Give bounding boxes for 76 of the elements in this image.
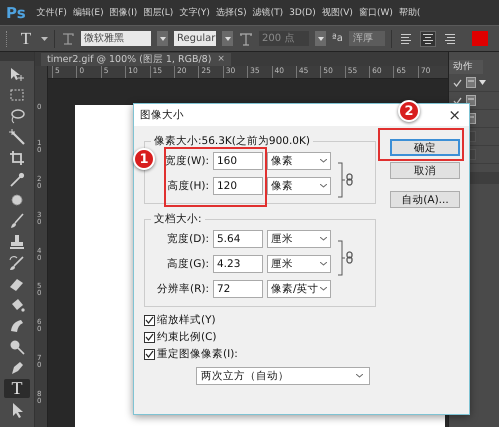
text-orientation-icon[interactable] bbox=[61, 32, 75, 46]
wand-tool-icon[interactable] bbox=[8, 128, 26, 146]
input-field[interactable]: 120 bbox=[213, 177, 263, 195]
menu-item[interactable]: 3D(D) bbox=[286, 8, 319, 18]
menu-item[interactable]: 文字(Y) bbox=[176, 6, 213, 19]
menu-item[interactable]: 视图(V) bbox=[318, 6, 356, 19]
caret-icon[interactable] bbox=[41, 36, 48, 40]
anti-alias-field[interactable]: 浑厚 bbox=[348, 31, 385, 46]
chevron-icon bbox=[320, 287, 327, 291]
group-label: 文档大小: bbox=[153, 212, 203, 226]
menu-item[interactable]: 选择(S) bbox=[212, 6, 250, 19]
stamp-tool-icon[interactable] bbox=[8, 232, 26, 250]
check-icon[interactable] bbox=[453, 96, 462, 104]
group-label: 像素大小:56.3K(之前为900.0K) bbox=[153, 134, 311, 148]
field-label: 宽度(D): bbox=[166, 232, 209, 246]
document-tab[interactable]: timer2.gif @ 100% (图层 1, RGB/8) × bbox=[41, 53, 231, 66]
auto-button[interactable]: 自动(A)... bbox=[390, 191, 460, 208]
font-size-icon[interactable] bbox=[239, 32, 253, 46]
input-field[interactable]: 72 bbox=[213, 280, 263, 298]
align-button[interactable] bbox=[420, 30, 436, 46]
ok-button[interactable]: 确定 bbox=[390, 139, 460, 156]
checkbox-label: 重定图像像素(I): bbox=[157, 347, 238, 361]
unit-dropdown[interactable]: 像素 bbox=[267, 152, 331, 170]
font-family-field[interactable]: 微软雅黑 bbox=[81, 31, 151, 46]
checkbox[interactable] bbox=[144, 332, 155, 342]
chevron-icon bbox=[320, 237, 327, 241]
unit-dropdown[interactable]: 像素 bbox=[267, 177, 331, 195]
chevron-icon bbox=[320, 159, 327, 163]
link-bracket-icon bbox=[337, 240, 355, 276]
field-label: 高度(G): bbox=[166, 257, 209, 271]
type-tool-icon[interactable]: T bbox=[17, 28, 35, 48]
checkbox[interactable] bbox=[144, 314, 155, 326]
triangle-icon[interactable] bbox=[479, 80, 486, 85]
anti-alias-icon: ªa bbox=[332, 33, 343, 44]
panel-tab[interactable]: 动作 bbox=[449, 60, 483, 74]
type-tool[interactable]: T bbox=[4, 379, 30, 398]
app-logo: Ps bbox=[5, 4, 27, 22]
menu-item[interactable]: 滤镜(T) bbox=[250, 6, 286, 19]
history-tool-icon[interactable] bbox=[8, 254, 26, 272]
input-field[interactable]: 4.23 bbox=[213, 255, 263, 273]
dialog-title: 图像大小 bbox=[140, 108, 184, 122]
close-button[interactable]: × bbox=[448, 106, 461, 124]
menu-item[interactable]: 图层(L) bbox=[140, 6, 176, 19]
checkbox-label: 缩放样式(Y) bbox=[157, 313, 216, 327]
cancel-button[interactable]: 取消 bbox=[390, 162, 460, 179]
text-color-swatch[interactable] bbox=[472, 31, 488, 46]
dodge-tool-icon[interactable] bbox=[8, 338, 26, 356]
font-style-field[interactable]: Regular bbox=[174, 31, 216, 46]
unit-dropdown[interactable]: 厘米 bbox=[267, 230, 331, 248]
field-label: 宽度(W): bbox=[164, 154, 209, 168]
document-title: timer2.gif @ 100% (图层 1, RGB/8) bbox=[47, 53, 212, 66]
check-icon[interactable] bbox=[453, 78, 462, 86]
crop-tool-icon[interactable] bbox=[8, 148, 26, 166]
menu-item[interactable]: 编辑(E) bbox=[70, 6, 107, 19]
resample-dropdown[interactable]: 两次立方（自动） bbox=[196, 367, 370, 385]
input-field[interactable]: 5.64 bbox=[213, 230, 263, 248]
unit-dropdown[interactable]: 厘米 bbox=[267, 255, 331, 273]
input-field[interactable]: 160 bbox=[213, 152, 263, 170]
checkbox[interactable] bbox=[144, 348, 155, 360]
step-badge: 1 bbox=[133, 148, 155, 170]
menu-item[interactable]: 文件(F) bbox=[34, 6, 70, 19]
close-icon[interactable]: × bbox=[217, 53, 225, 66]
brush-tool-icon[interactable] bbox=[8, 212, 26, 230]
chevron-icon bbox=[320, 184, 327, 188]
unit-dropdown[interactable]: 像素/英寸 bbox=[267, 280, 331, 298]
chevron-icon bbox=[320, 262, 327, 266]
dialog-icon[interactable] bbox=[466, 77, 476, 88]
field-label: 高度(H): bbox=[166, 179, 209, 193]
menu-item[interactable]: 图像(I) bbox=[106, 6, 140, 19]
link-bracket-icon bbox=[337, 162, 355, 198]
checkbox-label: 约束比例(C) bbox=[157, 330, 217, 344]
field-label: 分辨率(R): bbox=[156, 282, 209, 296]
dialog-icon[interactable] bbox=[466, 95, 476, 106]
menu-item[interactable]: 窗口(W) bbox=[356, 6, 396, 19]
chevron-icon bbox=[356, 374, 363, 378]
menu-item[interactable]: 帮助( bbox=[396, 6, 424, 19]
